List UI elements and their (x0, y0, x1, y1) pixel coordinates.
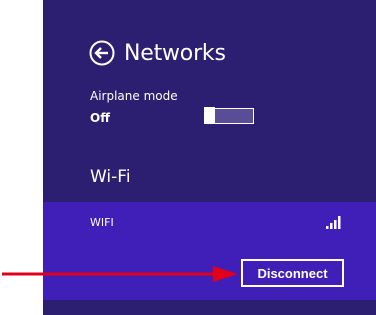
network-name: WIFI (90, 216, 114, 229)
signal-strength-icon (326, 216, 341, 229)
panel-header: Networks (89, 38, 226, 68)
toggle-thumb (204, 107, 215, 124)
back-arrow-circle-icon[interactable] (89, 40, 115, 66)
page-title: Networks (124, 40, 226, 66)
wifi-heading: Wi-Fi (90, 167, 131, 187)
airplane-mode-toggle[interactable] (204, 107, 254, 124)
airplane-mode-label: Airplane mode (90, 89, 178, 103)
network-item-wifi[interactable]: WIFI Disconnect (43, 202, 376, 300)
disconnect-button[interactable]: Disconnect (241, 259, 344, 287)
airplane-mode-state: Off (90, 111, 110, 125)
screenshot-canvas: Networks Airplane mode Off Wi-Fi WIFI Di… (0, 0, 376, 315)
red-annotation-arrow-icon (2, 266, 238, 282)
